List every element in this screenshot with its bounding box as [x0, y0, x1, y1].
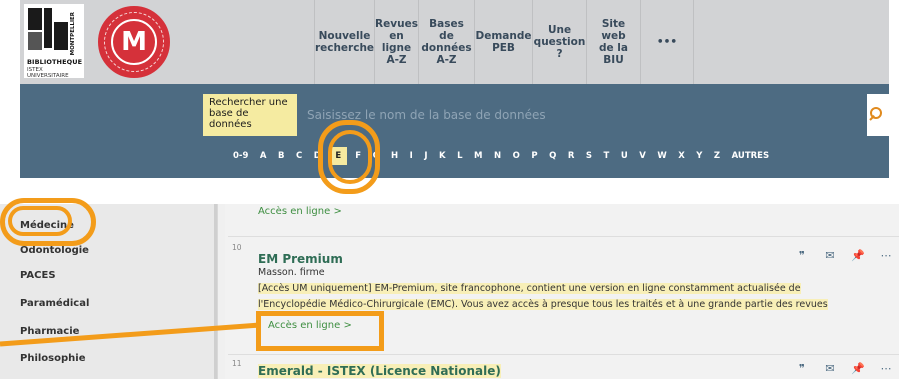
nav-question[interactable]: Une question?	[532, 0, 586, 84]
description-line-1: [Accès UM uniquement] EM-Premium, site f…	[258, 283, 801, 294]
mail-icon[interactable]: ✉	[823, 249, 837, 262]
alpha-letter-autres[interactable]: AUTRES	[732, 151, 770, 161]
alpha-letter-s[interactable]: S	[586, 151, 592, 161]
alpha-letter-j[interactable]: J	[424, 151, 427, 161]
result-title-em-premium[interactable]: EM Premium	[258, 252, 343, 266]
row-divider	[228, 354, 899, 355]
nav-databases-az[interactable]: Bases de données A-Z	[418, 0, 474, 84]
search-label: Rechercher une base de données	[203, 94, 297, 136]
alpha-letter-b[interactable]: B	[278, 151, 284, 161]
alpha-letter-a[interactable]: A	[260, 151, 267, 161]
alphabet-filter: 0-9 A B C D E F G H I J K L M N O P Q R S T U V W X Y Z AUTRES	[233, 142, 781, 170]
seal-letter: M	[121, 27, 147, 57]
highlight-letter-e-inner	[328, 130, 372, 184]
alpha-letter-u[interactable]: U	[621, 151, 628, 161]
nav-biu-website[interactable]: Site web de la BIU	[586, 0, 640, 84]
sidebar-resize-handle[interactable]	[217, 204, 225, 379]
row-divider	[228, 236, 899, 237]
search-button[interactable]	[867, 94, 889, 136]
result-rank: 11	[232, 359, 242, 368]
quote-icon[interactable]: ❞	[795, 362, 809, 375]
alpha-letter-0-9[interactable]: 0-9	[233, 151, 248, 161]
alpha-letter-k[interactable]: K	[439, 151, 446, 161]
highlight-access-box	[256, 311, 384, 351]
result-rank: 10	[232, 243, 242, 252]
alpha-letter-w[interactable]: W	[657, 151, 666, 161]
alpha-letter-n[interactable]: N	[494, 151, 501, 161]
alpha-letter-p[interactable]: P	[531, 151, 537, 161]
main-nav: Nouvelle recherche Revues en ligne A-Z Base…	[314, 0, 694, 84]
alpha-letter-r[interactable]: R	[568, 151, 575, 161]
alpha-letter-o[interactable]: O	[513, 151, 520, 161]
nav-more[interactable]: •••	[640, 0, 694, 84]
logo-subtitle: ISTEX UNIVERSITAIRE	[27, 67, 69, 79]
alpha-letter-h[interactable]: H	[391, 151, 398, 161]
mail-icon[interactable]: ✉	[823, 362, 837, 375]
alpha-letter-x[interactable]: X	[678, 151, 685, 161]
sidebar-item-philosophie[interactable]: Philosophie	[20, 353, 85, 364]
result-description-2: l'Encyclopédie Médico-Chirurgicale (EMC)…	[258, 298, 878, 312]
nav-journals-az[interactable]: Revues en ligne A-Z	[374, 0, 418, 84]
result-title-emerald[interactable]: Emerald - ISTEX (Licence Nationale)	[258, 364, 501, 378]
alpha-letter-z[interactable]: Z	[714, 151, 720, 161]
alpha-letter-c[interactable]: C	[296, 151, 302, 161]
alpha-letter-l[interactable]: L	[457, 151, 462, 161]
pin-icon[interactable]: 📌	[851, 362, 865, 375]
university-seal[interactable]: M	[98, 6, 170, 78]
alpha-letter-y[interactable]: Y	[696, 151, 702, 161]
alpha-letter-q[interactable]: Q	[549, 151, 556, 161]
biu-logo[interactable]: BIBLIOTHEQUE ISTEX UNIVERSITAIRE MONTPEL…	[24, 4, 84, 79]
alpha-letter-i[interactable]: I	[410, 151, 413, 161]
database-search-input[interactable]	[297, 94, 867, 136]
result-description: [Accès UM uniquement] EM-Premium, site f…	[258, 282, 878, 296]
alpha-letter-t[interactable]: T	[604, 151, 610, 161]
search-band: Rechercher une base de données 0-9ABCDEF…	[20, 84, 889, 178]
logo-title: BIBLIOTHEQUE	[27, 58, 83, 66]
nav-peb-request[interactable]: Demande PEB	[474, 0, 532, 84]
result-actions: ❞ ✉ 📌 ⋯	[795, 362, 893, 375]
sidebar-item-paramedical[interactable]: Paramédical	[20, 298, 89, 309]
pin-icon[interactable]: 📌	[851, 249, 865, 262]
sidebar-item-paces[interactable]: PACES	[20, 270, 56, 281]
quote-icon[interactable]: ❞	[795, 249, 809, 262]
description-line-2: l'Encyclopédie Médico-Chirurgicale (EMC)…	[258, 299, 828, 310]
alpha-letter-v[interactable]: V	[639, 151, 646, 161]
logo-vertical-text: MONTPELLIER	[70, 12, 76, 56]
more-icon[interactable]: ⋯	[879, 249, 893, 262]
more-icon[interactable]: ⋯	[879, 362, 893, 375]
alpha-letter-m[interactable]: M	[474, 151, 482, 161]
annotation-arrow-line	[0, 322, 261, 347]
sidebar-item-odontologie[interactable]: Odontologie	[20, 245, 89, 256]
screenshot-root: { "header": { "logo_title": "BIBLIOTHEQU…	[0, 0, 899, 379]
previous-access-link[interactable]: Accès en ligne >	[258, 206, 342, 217]
result-actions: ❞ ✉ 📌 ⋯	[795, 249, 893, 262]
highlight-medecine-inner	[8, 206, 72, 236]
nav-new-search[interactable]: Nouvelle recherche	[314, 0, 374, 84]
site-header: BIBLIOTHEQUE ISTEX UNIVERSITAIRE MONTPEL…	[20, 0, 889, 84]
result-publisher: Masson. firme	[258, 267, 325, 278]
